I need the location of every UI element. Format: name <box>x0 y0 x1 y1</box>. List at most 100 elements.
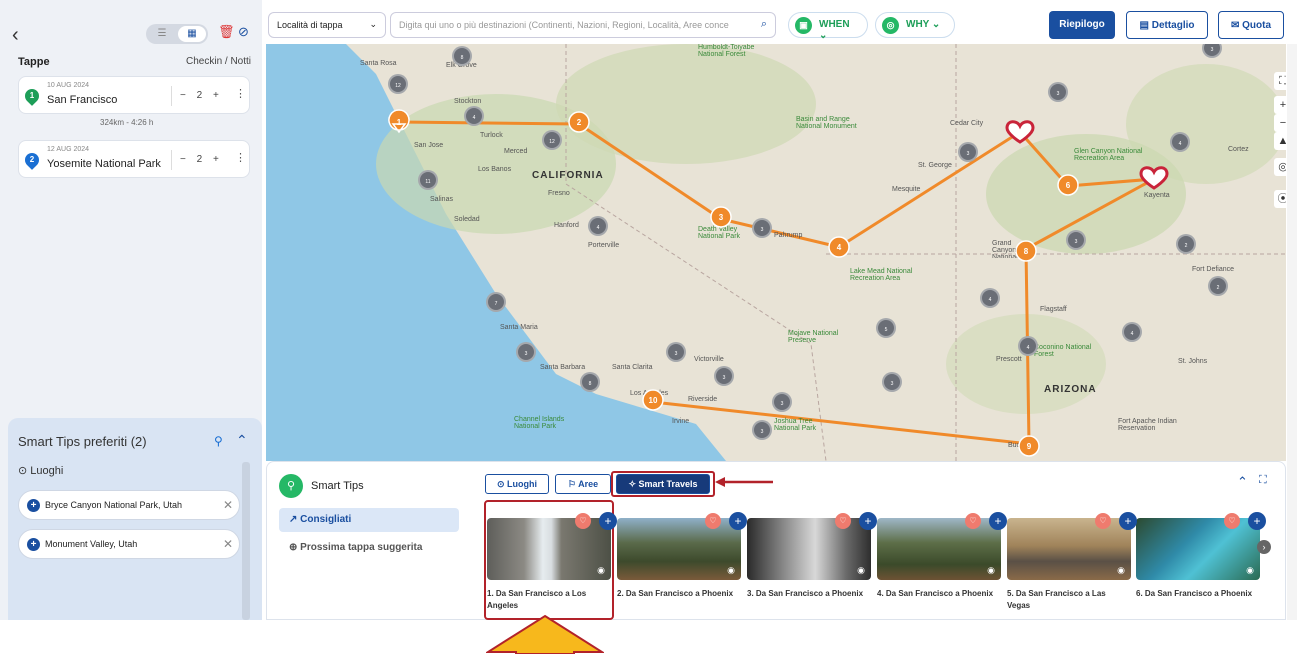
highlight-box <box>484 500 614 620</box>
more-icon[interactable]: ⋮ <box>235 151 246 164</box>
list-view-icon[interactable]: ☰ <box>148 26 176 42</box>
map-park-label: Humboldt-Toiyabe National Forest <box>698 44 755 58</box>
tab-luoghi[interactable]: ⊙ Luoghi <box>485 474 549 494</box>
add-icon[interactable]: + <box>599 512 617 530</box>
plus-icon[interactable]: + <box>27 499 40 512</box>
when-button[interactable]: ▣ WHEN ⌄ <box>788 12 868 41</box>
heart-icon[interactable]: ♡ <box>1224 513 1240 529</box>
search-icon[interactable]: ⌕ <box>761 18 767 31</box>
map-cluster-marker[interactable]: 4 <box>1170 132 1190 152</box>
map-cluster-marker[interactable]: 8 <box>580 372 600 392</box>
zoom-out-button[interactable]: − <box>1274 114 1286 132</box>
map-cluster-marker[interactable]: 3 <box>752 218 772 238</box>
eye-icon[interactable]: ◉ <box>727 565 735 576</box>
nights-stepper[interactable]: − 2 + <box>171 86 231 106</box>
compass-icon[interactable]: ▲ <box>1274 132 1286 150</box>
nights-stepper[interactable]: − 2 + <box>171 150 231 170</box>
add-icon[interactable]: + <box>989 512 1007 530</box>
stop-card[interactable]: 2 12 AUG 2024 Yosemite National Park − 2… <box>18 140 250 178</box>
trash-icon[interactable]: 🗑 <box>218 24 235 40</box>
map-cluster-marker[interactable]: 2 <box>1176 234 1196 254</box>
fullscreen-icon[interactable]: ⛶ <box>1274 72 1286 90</box>
favorite-item[interactable]: + Monument Valley, Utah ✕ <box>18 529 240 559</box>
smart-travel-card[interactable]: ♡ + ◉ 5. Da San Francisco a Las Vegas <box>1007 512 1137 612</box>
map-cluster-marker[interactable]: 3 <box>772 392 792 412</box>
dettaglio-button[interactable]: ▤ Dettaglio <box>1126 11 1208 39</box>
add-icon[interactable]: + <box>1119 512 1137 530</box>
heart-icon[interactable]: ♡ <box>1095 513 1111 529</box>
smart-travel-card[interactable]: ♡ + ◉ 3. Da San Francisco a Phoenix <box>747 512 877 600</box>
riepilogo-button[interactable]: Riepilogo <box>1049 11 1115 39</box>
map-cluster-marker[interactable]: 3 <box>714 366 734 386</box>
smart-travel-card[interactable]: ♡ + ◉ 4. Da San Francisco a Phoenix <box>877 512 1007 600</box>
card-caption: 3. Da San Francisco a Phoenix <box>747 589 864 598</box>
expand-icon[interactable]: ⛶ <box>1259 474 1267 487</box>
map-cluster-marker[interactable]: 5 <box>876 318 896 338</box>
map-cluster-marker[interactable]: 4 <box>980 288 1000 308</box>
smart-travel-card[interactable]: ♡ + ◉ 2. Da San Francisco a Phoenix <box>617 512 747 600</box>
card-image: ◉ <box>877 518 1001 580</box>
eye-off-icon[interactable]: ⊘ <box>238 24 249 40</box>
recenter-icon[interactable]: ⦿ <box>1274 190 1286 208</box>
why-button[interactable]: ◎ WHY ⌄ <box>875 12 955 38</box>
map-cluster-marker[interactable]: 3 <box>516 342 536 362</box>
map-cluster-marker[interactable]: 4 <box>1018 336 1038 356</box>
eye-icon[interactable]: ◉ <box>857 565 865 576</box>
map-cluster-marker[interactable]: 4 <box>588 216 608 236</box>
more-icon[interactable]: ⋮ <box>235 87 246 100</box>
view-toggle[interactable]: ☰ ▦ <box>146 24 208 44</box>
collapse-icon[interactable]: ⌃ <box>1237 474 1248 490</box>
scrollbar[interactable] <box>242 462 250 620</box>
heart-icon[interactable]: ♡ <box>575 513 591 529</box>
eye-icon[interactable]: ◉ <box>1117 565 1125 576</box>
add-icon[interactable]: + <box>859 512 877 530</box>
add-icon[interactable]: + <box>729 512 747 530</box>
map-cluster-marker[interactable]: 11 <box>418 170 438 190</box>
smart-tips-favorites: Smart Tips preferiti (2) ⚲ ⌃ ⊙ Luoghi + … <box>8 418 262 620</box>
zoom-in-button[interactable]: + <box>1274 96 1286 114</box>
map-cluster-marker[interactable]: 2 <box>1208 276 1228 296</box>
back-arrow-icon[interactable]: ‹ <box>12 24 19 47</box>
heart-icon[interactable]: ♡ <box>965 513 981 529</box>
stop-type-select[interactable]: Località di tappa ⌄ <box>268 12 386 38</box>
close-icon[interactable]: ✕ <box>223 498 233 512</box>
eye-icon[interactable]: ◉ <box>987 565 995 576</box>
map-cluster-marker[interactable]: 12 <box>388 74 408 94</box>
add-icon[interactable]: + <box>1248 512 1266 530</box>
stop-card[interactable]: 1 10 AUG 2024 San Francisco − 2 + ⋮ <box>18 76 250 114</box>
map-cluster-marker[interactable]: 3 <box>1048 82 1068 102</box>
collapse-icon[interactable]: ⌃ <box>236 432 248 449</box>
next-arrow-icon[interactable]: › <box>1257 540 1271 554</box>
map-cluster-marker[interactable]: 3 <box>752 420 772 440</box>
heart-icon[interactable]: ♡ <box>835 513 851 529</box>
map-cluster-marker[interactable]: 3 <box>666 342 686 362</box>
search-input[interactable]: Digita qui uno o più destinazioni (Conti… <box>390 12 776 38</box>
map-cluster-marker[interactable]: 8 <box>452 46 472 66</box>
eye-icon[interactable]: ◉ <box>1246 565 1254 576</box>
map-cluster-marker[interactable]: 4 <box>1122 322 1142 342</box>
locate-icon[interactable]: ◎ <box>1274 158 1286 176</box>
map-cluster-marker[interactable]: 3 <box>882 372 902 392</box>
map-cluster-marker[interactable]: 12 <box>542 130 562 150</box>
map-view-icon[interactable]: ▦ <box>178 26 206 42</box>
quota-button[interactable]: ✉ Quota <box>1218 11 1284 39</box>
map-cluster-marker[interactable]: 3 <box>958 142 978 162</box>
map-place-label: Santa Maria <box>500 324 538 331</box>
map-place-label: Porterville <box>588 242 620 249</box>
next-stop-tab[interactable]: ⊕ Prossima tappa suggerita <box>289 542 422 553</box>
consigliati-tab[interactable]: ↗ Consigliati <box>279 508 459 532</box>
map-cluster-marker[interactable]: 4 <box>464 106 484 126</box>
map-cluster-marker[interactable]: 3 <box>1066 230 1086 250</box>
map-view[interactable]: Santa Rosa Elk Grove Stockton San Jose T… <box>266 44 1286 461</box>
tab-aree[interactable]: ⚐ Aree <box>555 474 611 494</box>
map-cluster-marker[interactable]: 7 <box>486 292 506 312</box>
stop-name: San Francisco <box>47 94 118 106</box>
plus-icon[interactable]: + <box>27 538 40 551</box>
card-caption: 6. Da San Francisco a Phoenix <box>1136 589 1253 598</box>
pin-icon[interactable]: ⚲ <box>214 434 223 448</box>
close-icon[interactable]: ✕ <box>223 537 233 551</box>
checkin-label: Checkin / Notti <box>186 56 252 67</box>
smart-travel-card[interactable]: ♡ + ◉ 6. Da San Francisco a Phoenix <box>1136 512 1266 600</box>
heart-icon[interactable]: ♡ <box>705 513 721 529</box>
favorite-item[interactable]: + Bryce Canyon National Park, Utah ✕ <box>18 490 240 520</box>
